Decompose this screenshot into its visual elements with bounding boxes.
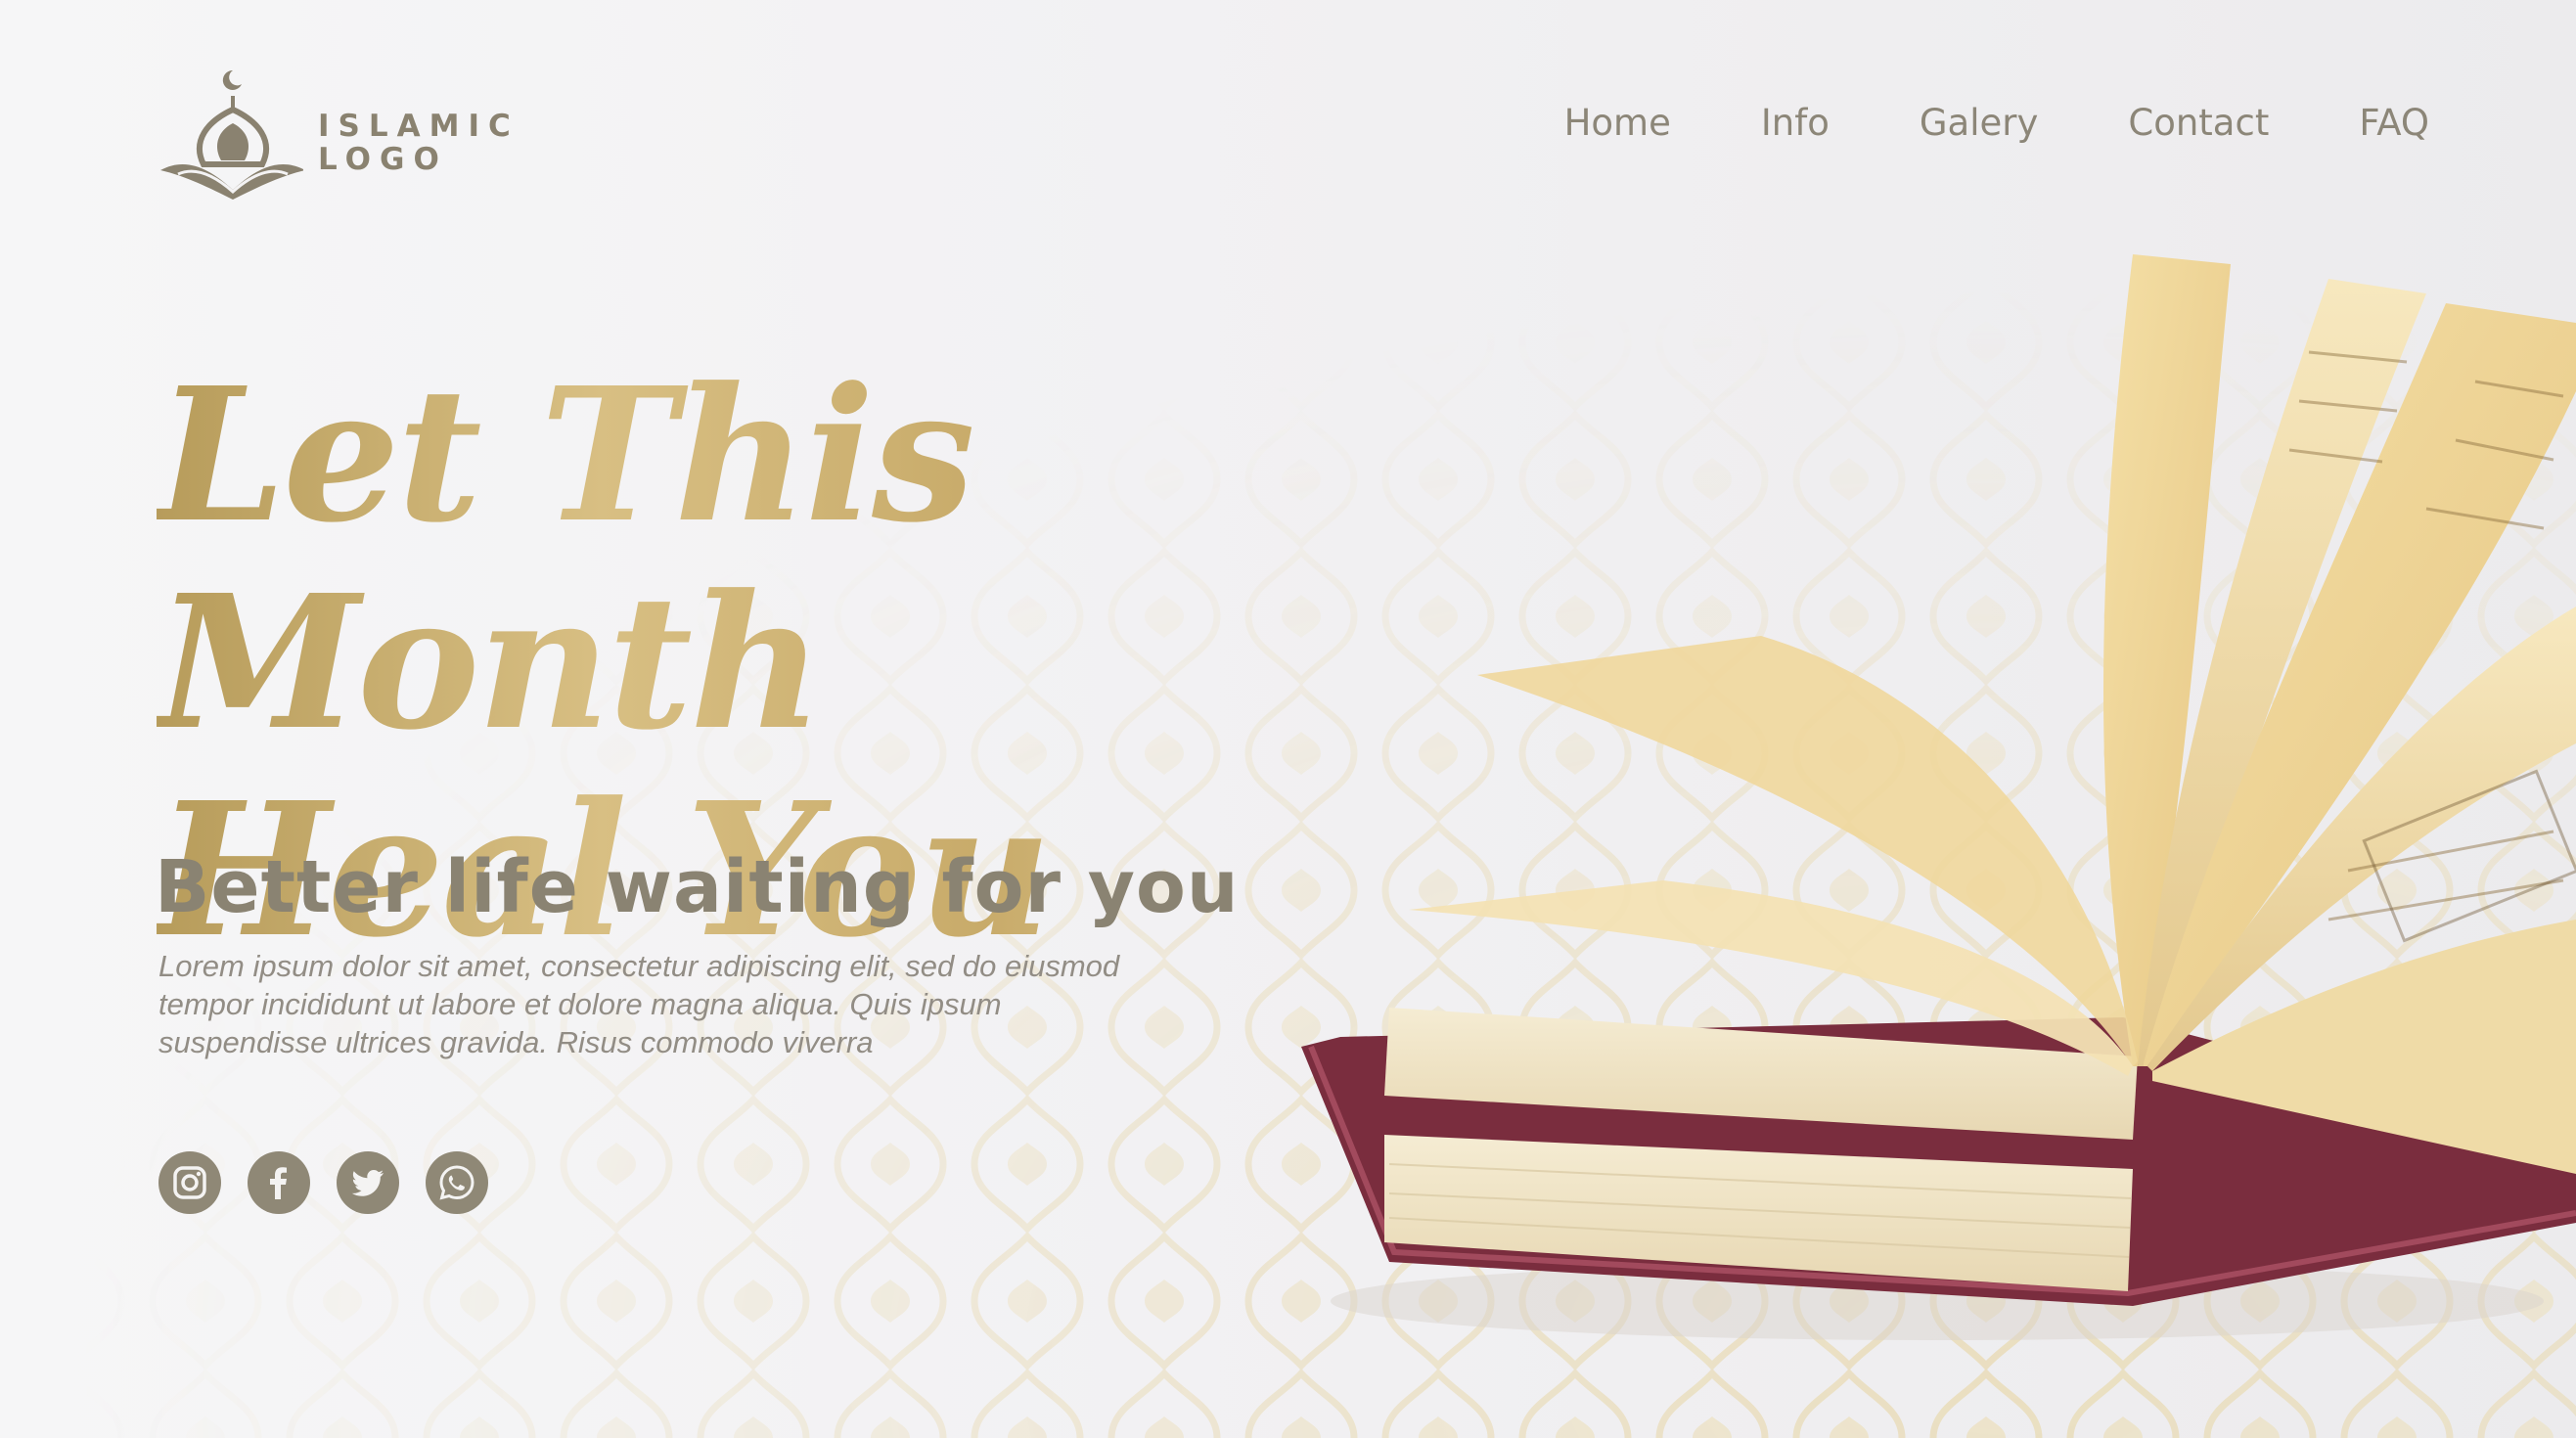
twitter-icon: [351, 1170, 384, 1196]
twitter-button[interactable]: [337, 1151, 399, 1214]
hero-subhead: Better life waiting for you: [155, 845, 1240, 929]
logo-line1: ISLAMIC: [318, 109, 520, 144]
nav-item-galery[interactable]: Galery: [1920, 102, 2039, 144]
nav-item-faq[interactable]: FAQ: [2359, 102, 2429, 144]
facebook-icon: [270, 1167, 287, 1199]
book-illustration: [1301, 254, 2576, 1340]
social-links: [158, 1151, 515, 1214]
nav-item-info[interactable]: Info: [1761, 102, 1830, 144]
facebook-button[interactable]: [248, 1151, 310, 1214]
nav-item-home[interactable]: Home: [1564, 102, 1671, 144]
logo-line2: LOGO: [318, 142, 448, 177]
logo[interactable]: ISLAMIC LOGO: [157, 67, 519, 203]
logo-text: ISLAMIC LOGO: [318, 110, 520, 176]
whatsapp-button[interactable]: [426, 1151, 488, 1214]
nav-item-contact[interactable]: Contact: [2128, 102, 2269, 144]
hero-body-text: Lorem ipsum dolor sit amet, consectetur …: [158, 949, 1120, 1059]
headline-line1: Let This Month: [157, 347, 972, 771]
whatsapp-icon: [439, 1165, 475, 1200]
instagram-button[interactable]: [158, 1151, 221, 1214]
landing-page: ISLAMIC LOGO Home Info Galery Contact FA…: [0, 0, 2576, 1438]
instagram-icon: [173, 1166, 206, 1199]
main-nav: Home Info Galery Contact FAQ: [1564, 102, 2429, 144]
mosque-crescent-icon: [160, 69, 303, 200]
